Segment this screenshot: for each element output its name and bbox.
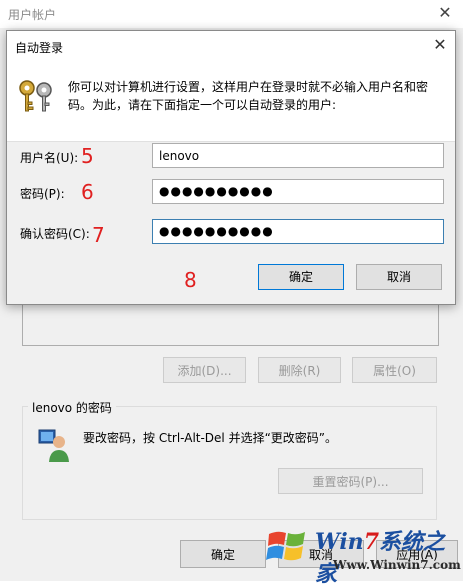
bg-close-icon[interactable]: ✕ bbox=[433, 2, 457, 24]
password-input[interactable]: ●●●●●●●●●● bbox=[152, 179, 444, 204]
username-label: 用户名(U): bbox=[20, 151, 79, 165]
auto-logon-dialog: 自动登录 ✕ 你可以对计算机进行设置，这样用户在登录时就不必输入用户名和密码。为… bbox=[6, 30, 456, 305]
step-6-annotation: 6 bbox=[81, 180, 94, 204]
dialog-close-icon[interactable]: ✕ bbox=[429, 34, 451, 56]
user-listbox[interactable] bbox=[22, 303, 439, 346]
password-info-text: 要改密码，按 Ctrl-Alt-Del 并选择“更改密码”。 bbox=[83, 431, 338, 445]
remove-user-button[interactable]: 删除(R) bbox=[258, 357, 341, 383]
username-input[interactable] bbox=[152, 143, 444, 168]
dialog-title: 自动登录 bbox=[15, 41, 64, 55]
password-label: 密码(P): bbox=[20, 187, 65, 201]
step-7-annotation: 7 bbox=[92, 223, 105, 247]
dialog-cancel-button[interactable]: 取消 bbox=[356, 264, 442, 290]
site-watermark: Win7系统之家 Www.Winwin7.com bbox=[265, 520, 463, 587]
reset-password-button[interactable]: 重置密码(P)... bbox=[278, 468, 423, 494]
bg-ok-button[interactable]: 确定 bbox=[180, 540, 266, 568]
watermark-url: Www.Winwin7.com bbox=[333, 558, 461, 572]
step-5-annotation: 5 bbox=[81, 144, 94, 168]
dialog-titlebar: 自动登录 ✕ bbox=[7, 31, 455, 61]
dialog-separator bbox=[7, 141, 455, 142]
password-group-label: lenovo 的密码 bbox=[28, 399, 116, 416]
dialog-ok-button[interactable]: 确定 bbox=[258, 264, 344, 290]
dialog-description: 你可以对计算机进行设置，这样用户在登录时就不必输入用户名和密码。为此，请在下面指… bbox=[68, 80, 429, 112]
step-8-annotation: 8 bbox=[184, 268, 197, 292]
windows-flag-icon bbox=[266, 531, 305, 561]
add-user-button[interactable]: 添加(D)... bbox=[163, 357, 246, 383]
properties-button[interactable]: 属性(O) bbox=[352, 357, 437, 383]
bg-window-title: 用户帐户 bbox=[8, 8, 57, 22]
confirm-password-label: 确认密码(C): bbox=[20, 227, 90, 241]
bg-titlebar: 用户帐户 ✕ bbox=[0, 0, 463, 28]
password-groupbox bbox=[22, 406, 437, 520]
user-icon bbox=[38, 429, 69, 462]
watermark-brand: Win7系统之家 bbox=[315, 529, 446, 587]
confirm-password-input[interactable]: ●●●●●●●●●● bbox=[152, 219, 444, 244]
keys-icon bbox=[19, 80, 52, 112]
